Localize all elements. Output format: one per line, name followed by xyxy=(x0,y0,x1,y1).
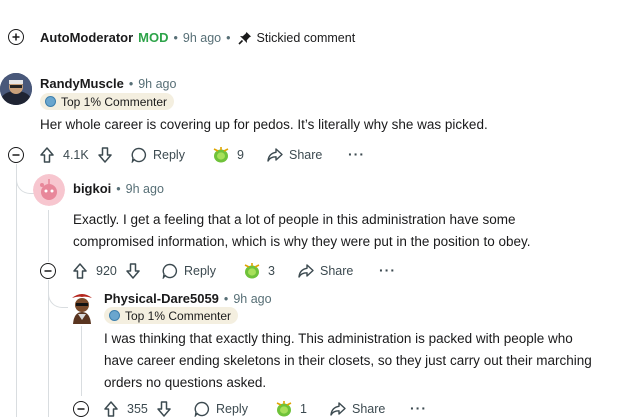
comment-line: compromised information, which is why th… xyxy=(73,234,531,249)
comment-header: Physical-Dare5059 • 9h ago xyxy=(104,291,272,306)
pin-icon xyxy=(237,31,251,45)
comment-line: have career ending skeletons in their cl… xyxy=(104,353,592,368)
downvote-icon[interactable] xyxy=(97,147,112,163)
vote-bar: 355 xyxy=(104,399,171,417)
award-button[interactable]: 3 xyxy=(242,261,275,281)
share-label: Share xyxy=(289,148,323,162)
minus-icon xyxy=(12,154,20,156)
separator: • xyxy=(128,76,134,91)
separator: • xyxy=(173,30,178,45)
comment-icon xyxy=(162,263,178,279)
username[interactable]: AutoModerator xyxy=(40,30,133,45)
award-button[interactable]: 9 xyxy=(211,145,244,165)
share-icon xyxy=(298,264,314,278)
share-label: Share xyxy=(320,264,354,278)
automod-header: AutoModerator MOD • 9h ago • Stickied co… xyxy=(40,30,355,45)
comment-icon xyxy=(131,147,147,163)
vote-bar: 4.1K xyxy=(40,145,112,165)
timestamp[interactable]: 9h ago xyxy=(126,182,164,196)
comment-body: Exactly. I get a feeling that a lot of p… xyxy=(73,209,613,253)
reply-button[interactable]: Reply xyxy=(162,261,216,281)
username[interactable]: RandyMuscle xyxy=(40,76,124,91)
vote-count: 920 xyxy=(96,264,117,278)
more-options-button[interactable]: ··· xyxy=(410,400,427,416)
timestamp[interactable]: 9h ago xyxy=(233,292,271,306)
username[interactable]: Physical-Dare5059 xyxy=(104,291,219,306)
downvote-icon[interactable] xyxy=(157,401,171,417)
comment-icon xyxy=(194,401,210,417)
upvote-icon[interactable] xyxy=(104,401,118,417)
reply-button[interactable]: Reply xyxy=(194,399,248,417)
award-count: 9 xyxy=(237,148,244,162)
avatar[interactable] xyxy=(66,290,98,324)
flair-icon xyxy=(109,310,120,321)
thread-connector xyxy=(16,164,34,194)
comment-body: I was thinking that exactly thing. This … xyxy=(104,328,616,394)
more-options-button[interactable]: ··· xyxy=(379,262,396,278)
thread-line[interactable] xyxy=(81,326,82,396)
upvote-icon[interactable] xyxy=(40,147,54,163)
share-button[interactable]: Share xyxy=(267,145,322,165)
comment-line: Her whole career is covering up for pedo… xyxy=(40,117,488,132)
flair-label: Top 1% Commenter xyxy=(61,94,168,109)
minus-icon xyxy=(44,270,52,272)
share-label: Share xyxy=(352,402,386,416)
timestamp[interactable]: 9h ago xyxy=(138,77,176,91)
avatar[interactable] xyxy=(0,73,32,105)
separator: • xyxy=(116,181,121,196)
vote-count: 4.1K xyxy=(63,148,89,162)
reply-label: Reply xyxy=(153,148,185,162)
flair-label: Top 1% Commenter xyxy=(125,308,232,323)
share-icon xyxy=(267,148,283,162)
vote-count: 355 xyxy=(127,402,148,416)
more-options-button[interactable]: ··· xyxy=(348,146,365,162)
plus-icon xyxy=(12,33,20,41)
thread-line[interactable] xyxy=(16,164,17,417)
reply-label: Reply xyxy=(216,402,248,416)
collapse-comment-button[interactable] xyxy=(40,263,56,279)
award-icon xyxy=(213,147,229,163)
avatar[interactable] xyxy=(33,174,65,206)
vote-bar: 920 xyxy=(73,261,140,281)
comment-header: RandyMuscle • 9h ago xyxy=(40,76,176,91)
user-flair: Top 1% Commenter xyxy=(104,307,239,324)
reply-label: Reply xyxy=(184,264,216,278)
thread-line[interactable] xyxy=(48,210,49,262)
award-icon xyxy=(244,263,260,279)
collapse-comment-button[interactable] xyxy=(8,147,24,163)
upvote-icon[interactable] xyxy=(73,263,87,279)
share-icon xyxy=(330,402,346,416)
share-button[interactable]: Share xyxy=(330,399,385,417)
comment-line: I was thinking that exactly thing. This … xyxy=(104,331,573,346)
award-icon xyxy=(276,401,292,417)
downvote-icon[interactable] xyxy=(126,263,140,279)
comment-line: orders no questions asked. xyxy=(104,375,267,390)
mod-badge: MOD xyxy=(138,30,169,45)
comment-body: Her whole career is covering up for pedo… xyxy=(40,114,610,136)
collapse-comment-button[interactable] xyxy=(73,401,89,417)
award-count: 3 xyxy=(268,264,275,278)
minus-icon xyxy=(77,408,85,410)
username[interactable]: bigkoi xyxy=(73,181,111,196)
user-flair: Top 1% Commenter xyxy=(40,93,175,110)
separator: • xyxy=(223,291,229,306)
stickied-label: Stickied comment xyxy=(256,30,356,45)
comment-header: bigkoi • 9h ago xyxy=(73,181,164,196)
thread-connector xyxy=(48,280,68,308)
flair-icon xyxy=(45,96,56,107)
expand-comment-button[interactable] xyxy=(8,29,24,45)
reply-button[interactable]: Reply xyxy=(131,145,185,165)
comment-line: Exactly. I get a feeling that a lot of p… xyxy=(73,212,516,227)
separator: • xyxy=(226,30,231,45)
award-count: 1 xyxy=(300,402,307,416)
timestamp[interactable]: 9h ago xyxy=(183,31,221,45)
award-button[interactable]: 1 xyxy=(274,399,307,417)
share-button[interactable]: Share xyxy=(298,261,353,281)
